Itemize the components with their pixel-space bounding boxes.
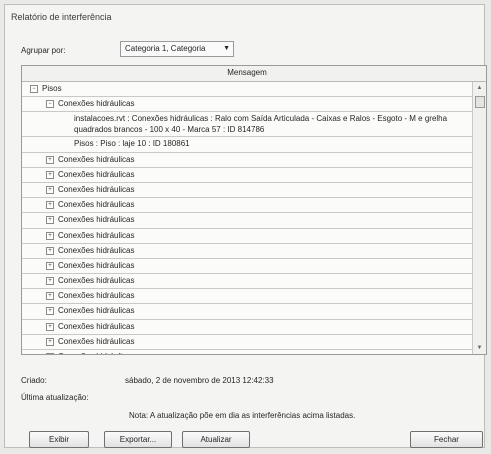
expand-icon[interactable]: + xyxy=(46,337,54,346)
collapse-icon[interactable]: − xyxy=(30,85,38,93)
tree-row-label: Conexões hidráulicas xyxy=(58,99,135,109)
expand-icon[interactable]: + xyxy=(46,155,54,164)
tree-row-label: Conexões hidráulicas xyxy=(58,200,135,210)
tree-row-label: Conexões hidráulicas xyxy=(58,321,135,331)
tree-row-label: Conexões hidráulicas xyxy=(58,215,135,225)
tree-row-collapsed[interactable]: + Conexões hidráulicas xyxy=(22,274,472,290)
expand-icon[interactable]: + xyxy=(46,322,54,331)
expand-icon[interactable]: + xyxy=(46,307,54,316)
tree-row-label: Conexões hidráulicas xyxy=(58,276,135,286)
tree-row-label: Conexões hidráulicas xyxy=(58,230,135,240)
expand-icon[interactable]: + xyxy=(46,277,54,286)
tree-row-label: Conexões hidráulicas xyxy=(58,306,135,316)
tree-row-label: Conexões hidráulicas xyxy=(58,184,135,194)
export-button[interactable]: Exportar... xyxy=(104,431,172,448)
collapse-icon[interactable]: − xyxy=(46,100,54,109)
refresh-button[interactable]: Atualizar xyxy=(182,431,250,448)
update-note: Nota: A atualização põe em dia as interf… xyxy=(129,411,356,420)
vertical-scrollbar[interactable]: ▲ ▼ xyxy=(472,82,486,354)
tree-row-collapsed[interactable]: + Conexões hidráulicas xyxy=(22,259,472,275)
tree-row-collapsed[interactable]: + Conexões hidráulicas xyxy=(22,244,472,259)
chevron-down-icon[interactable]: ▼ xyxy=(223,42,230,56)
group-by-label: Agrupar por: xyxy=(21,46,66,55)
dialog-title: Relatório de interferência xyxy=(11,12,112,22)
tree-row-collapsed[interactable]: + Conexões hidráulicas xyxy=(22,153,472,168)
interference-report-dialog: Relatório de interferência Agrupar por: … xyxy=(4,4,487,448)
expand-icon[interactable]: + xyxy=(46,246,54,255)
expand-icon[interactable]: + xyxy=(46,185,54,194)
tree-row-detail[interactable]: instalacoes.rvt : Conexões hidráulicas :… xyxy=(22,112,472,138)
expand-icon[interactable]: + xyxy=(46,353,54,354)
tree-row-label: Conexões hidráulicas xyxy=(58,291,135,301)
scroll-thumb[interactable] xyxy=(475,96,485,108)
expand-icon[interactable]: + xyxy=(46,170,54,179)
tree-row-detail[interactable]: Pisos : Piso : laje 10 : ID 180861 xyxy=(22,137,472,153)
tree-row-label: Conexões hidráulicas xyxy=(58,350,135,354)
tree-row-detail-text: instalacoes.rvt : Conexões hidráulicas :… xyxy=(74,114,448,135)
tree-row-collapsed[interactable]: + Conexões hidráulicas xyxy=(22,320,472,335)
tree-row-label: Conexões hidráulicas xyxy=(58,154,135,164)
tree-row-collapsed[interactable]: + Conexões hidráulicas xyxy=(22,304,472,320)
tree-row-label: Conexões hidráulicas xyxy=(58,336,135,346)
created-value: sábado, 2 de novembro de 2013 12:42:33 xyxy=(125,376,274,385)
tree-row-collapsed[interactable]: + Conexões hidráulicas xyxy=(22,229,472,244)
tree-row-expanded[interactable]: − Conexões hidráulicas xyxy=(22,97,472,113)
scroll-down-icon[interactable]: ▼ xyxy=(473,342,486,354)
created-label: Criado: xyxy=(21,376,47,385)
last-updated-label: Última atualização: xyxy=(21,393,89,402)
column-header-message: Mensagem xyxy=(227,68,267,77)
tree-row-root[interactable]: − Pisos xyxy=(22,82,472,98)
expand-icon[interactable]: + xyxy=(46,261,54,270)
show-button[interactable]: Exibir xyxy=(29,431,89,448)
expand-icon[interactable]: + xyxy=(46,201,54,210)
tree-row-collapsed[interactable]: + Conexões hidráulicas xyxy=(22,289,472,305)
tree-row-collapsed[interactable]: + Conexões hidráulicas xyxy=(22,335,472,350)
tree-row-detail-text: Pisos : Piso : laje 10 : ID 180861 xyxy=(74,139,190,149)
tree-row-collapsed[interactable]: + Conexões hidráulicas xyxy=(22,213,472,229)
tree-rows: − Pisos − Conexões hidráulicas instalaco… xyxy=(22,82,472,354)
tree-row-collapsed[interactable]: + Conexões hidráulicas xyxy=(22,183,472,199)
tree-row-label: Conexões hidráulicas xyxy=(58,169,135,179)
group-by-value: Categoria 1, Categoria xyxy=(125,44,206,53)
tree-row-label: Pisos xyxy=(42,84,62,93)
scroll-up-icon[interactable]: ▲ xyxy=(473,82,486,94)
expand-icon[interactable]: + xyxy=(46,216,54,225)
tree-row-collapsed[interactable]: + Conexões hidráulicas xyxy=(22,168,472,183)
column-header[interactable]: Mensagem xyxy=(22,66,486,82)
tree-row-collapsed[interactable]: + Conexões hidráulicas xyxy=(22,198,472,214)
expand-icon[interactable]: + xyxy=(46,292,54,301)
tree-row-label: Conexões hidráulicas xyxy=(58,245,135,255)
tree-row-collapsed[interactable]: + Conexões hidráulicas xyxy=(22,350,472,354)
close-button[interactable]: Fechar xyxy=(410,431,483,448)
tree-row-label: Conexões hidráulicas xyxy=(58,260,135,270)
group-by-select[interactable]: Categoria 1, Categoria ▼ xyxy=(120,41,234,57)
expand-icon[interactable]: + xyxy=(46,231,54,240)
interference-tree[interactable]: Mensagem − Pisos − Conexões hidráulicas … xyxy=(21,65,487,355)
